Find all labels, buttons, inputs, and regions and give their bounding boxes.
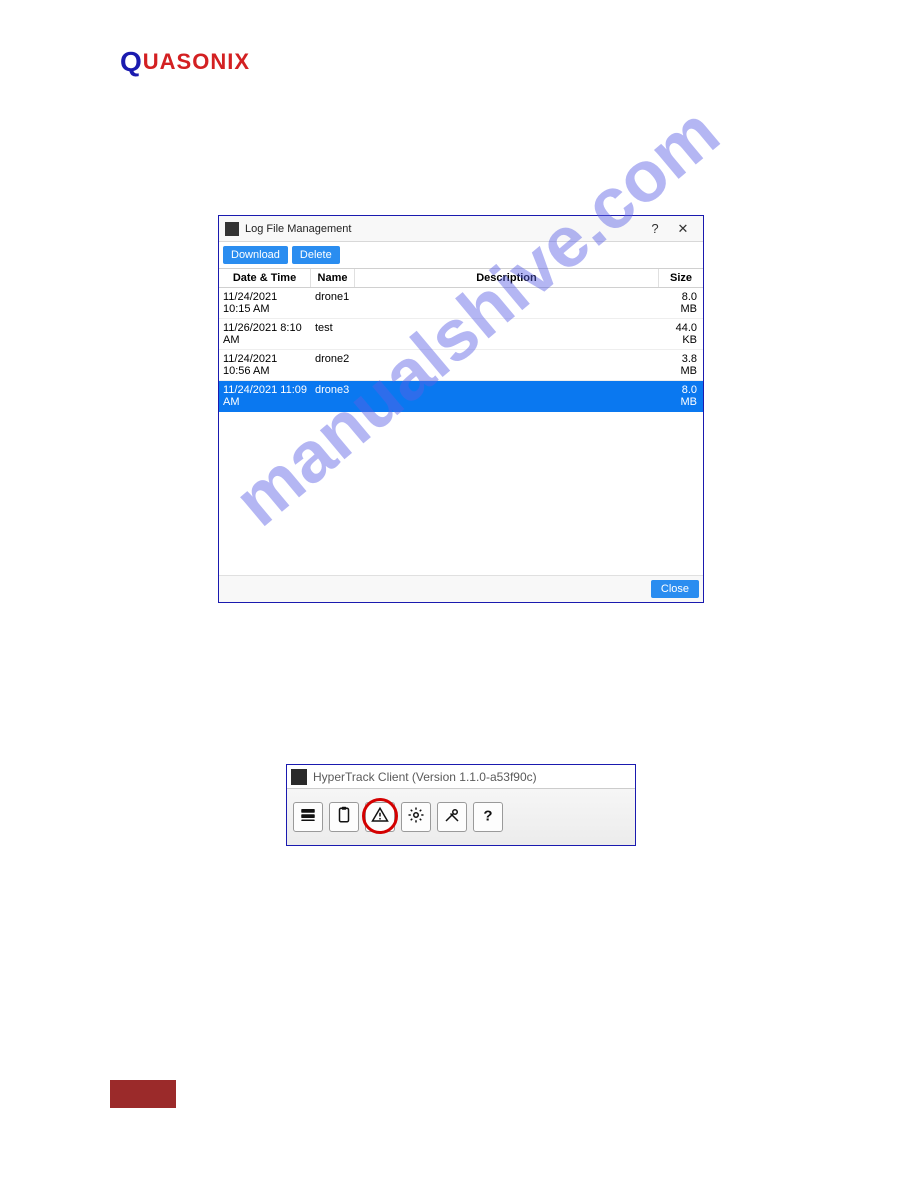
cell-datetime: 11/24/2021 10:56 AM [219,350,311,380]
toolbar-body: ? [287,789,635,845]
clipboard-icon [335,806,353,829]
dialog-footer: Close [219,575,703,602]
clipboard-button[interactable] [329,802,359,832]
table-row[interactable]: 11/24/2021 10:15 AMdrone1 8.0 MB [219,288,703,319]
dialog-toolbar: Download Delete [219,242,703,268]
cell-description [355,319,659,349]
cell-name: drone3 [311,381,355,411]
col-size[interactable]: Size [659,269,703,287]
tools-icon [443,806,461,829]
cell-name: drone2 [311,350,355,380]
app-icon [225,222,239,236]
table-row[interactable]: 11/26/2021 8:10 AMtest 44.0 KB [219,319,703,350]
svg-text:?: ? [483,807,492,824]
col-description[interactable]: Description [355,269,659,287]
cell-name: drone1 [311,288,355,318]
col-name[interactable]: Name [311,269,355,287]
logo-rest: UASONIX [143,49,250,74]
logo-q: Q [120,46,143,77]
cell-datetime: 11/24/2021 11:09 AM [219,381,311,411]
window-close-button[interactable]: ✕ [669,221,697,237]
table-row[interactable]: 11/24/2021 11:09 AMdrone3 8.0 MB [219,381,703,412]
dialog-title: Log File Management [245,223,641,235]
cell-description [355,288,659,318]
cell-size: 8.0 MB [659,381,703,411]
table-body: 11/24/2021 10:15 AMdrone18.0 MB11/26/202… [219,288,703,412]
dialog-titlebar: Log File Management ? ✕ [219,216,703,242]
cell-description [355,350,659,380]
app-icon [291,769,307,785]
help-icon: ? [479,806,497,829]
help-button[interactable]: ? [473,802,503,832]
delete-button[interactable]: Delete [292,246,340,264]
page-number-block [110,1080,176,1108]
server-icon [299,806,317,829]
cell-datetime: 11/26/2021 8:10 AM [219,319,311,349]
close-button[interactable]: Close [651,580,699,598]
tools-button[interactable] [437,802,467,832]
warning-icon [371,806,389,829]
gear-button[interactable] [401,802,431,832]
download-button[interactable]: Download [223,246,288,264]
cell-datetime: 11/24/2021 10:15 AM [219,288,311,318]
log-file-management-dialog: Log File Management ? ✕ Download Delete … [218,215,704,603]
cell-name: test [311,319,355,349]
server-button[interactable] [293,802,323,832]
cell-size: 44.0 KB [659,319,703,349]
hypertrack-toolbar-window: HyperTrack Client (Version 1.1.0-a53f90c… [286,764,636,846]
col-datetime[interactable]: Date & Time [219,269,311,287]
toolbar-titlebar: HyperTrack Client (Version 1.1.0-a53f90c… [287,765,635,789]
warning-button[interactable] [365,802,395,832]
table-header: Date & Time Name Description Size [219,268,703,288]
help-button[interactable]: ? [641,221,669,236]
cell-size: 3.8 MB [659,350,703,380]
table-row[interactable]: 11/24/2021 10:56 AMdrone2 3.8 MB [219,350,703,381]
toolbar-title: HyperTrack Client (Version 1.1.0-a53f90c… [313,770,537,784]
brand-logo: QUASONIX [120,46,250,78]
cell-size: 8.0 MB [659,288,703,318]
cell-description [355,381,659,411]
gear-icon [407,806,425,829]
